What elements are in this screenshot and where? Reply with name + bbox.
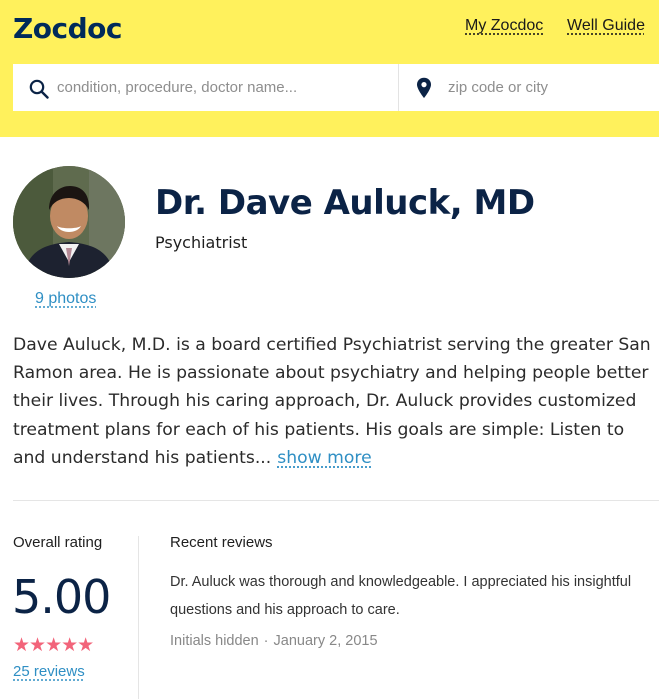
doctor-specialty: Psychiatrist: [155, 233, 248, 252]
doctor-avatar[interactable]: [13, 166, 125, 278]
overall-rating-value: 5.00: [12, 570, 111, 624]
zocdoc-logo[interactable]: Zocdoc: [13, 12, 123, 45]
rating-stars: ★★★★★: [13, 634, 94, 656]
search-bar: [13, 64, 659, 111]
nav-well-guide-link[interactable]: Well Guide: [567, 17, 645, 35]
map-pin-icon: [417, 77, 431, 98]
column-divider: [138, 536, 139, 699]
recent-reviews-label: Recent reviews: [170, 534, 273, 551]
section-divider: [13, 500, 659, 501]
doctor-photo-icon: [13, 166, 125, 278]
review-author: Initials hidden: [170, 633, 259, 649]
overall-rating-label: Overall rating: [13, 534, 103, 551]
search-icon: [29, 79, 49, 99]
photos-link[interactable]: 9 photos: [35, 290, 96, 308]
site-header: Zocdoc My Zocdoc Well Guide: [0, 0, 659, 137]
doctor-bio: Dave Auluck, M.D. is a board certified P…: [13, 331, 659, 472]
location-field[interactable]: [400, 64, 659, 111]
show-more-link[interactable]: show more: [277, 448, 371, 468]
review-text: Dr. Auluck was thorough and knowledgeabl…: [170, 574, 632, 618]
review-meta: Initials hidden · January 2, 2015: [170, 633, 378, 649]
search-input[interactable]: [57, 64, 387, 111]
review-date: January 2, 2015: [273, 633, 378, 649]
zip-input[interactable]: [448, 64, 648, 111]
reviews-count-link[interactable]: 25 reviews: [13, 663, 85, 680]
doctor-name: Dr. Dave Auluck, MD: [155, 183, 535, 223]
search-query-field[interactable]: [13, 64, 399, 111]
nav-my-zocdoc-link[interactable]: My Zocdoc: [465, 17, 543, 35]
review-meta-separator: ·: [263, 633, 269, 649]
